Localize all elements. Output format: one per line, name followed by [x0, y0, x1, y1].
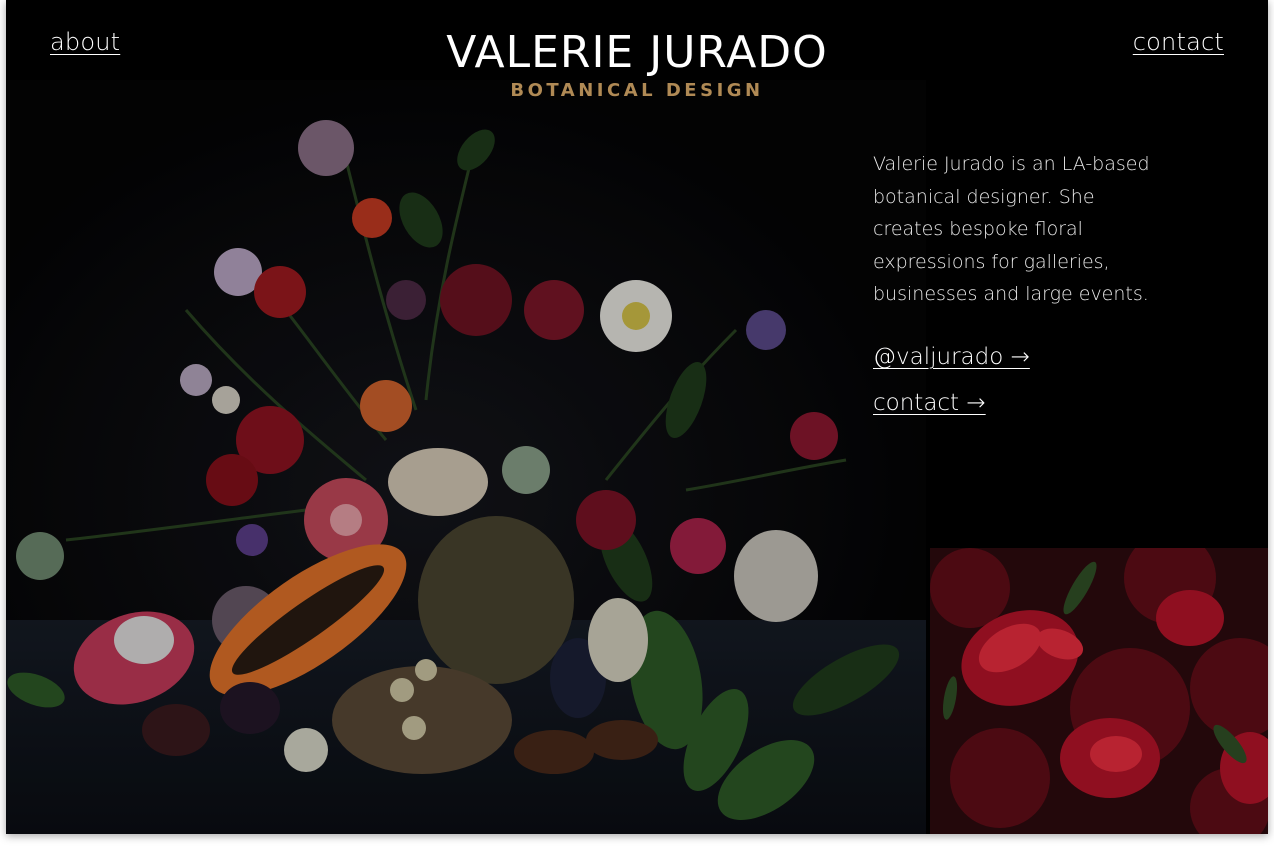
brand-name: VALERIE JURADO [446, 27, 828, 78]
floral-arrangement-image [6, 80, 926, 834]
brand-logo[interactable]: VALERIE JURADO BOTANICAL DESIGN [6, 27, 1268, 102]
instagram-link[interactable]: @valjurado → [873, 344, 1030, 370]
contact-link[interactable]: contact → [873, 390, 986, 416]
intro-paragraph: Valerie Jurado is an LA-based botanical … [873, 153, 1150, 305]
page-frame: about contact VALERIE JURADO BOTANICAL D… [6, 0, 1268, 834]
brand-tagline: BOTANICAL DESIGN [510, 80, 764, 101]
red-flowers-image [930, 548, 1268, 834]
